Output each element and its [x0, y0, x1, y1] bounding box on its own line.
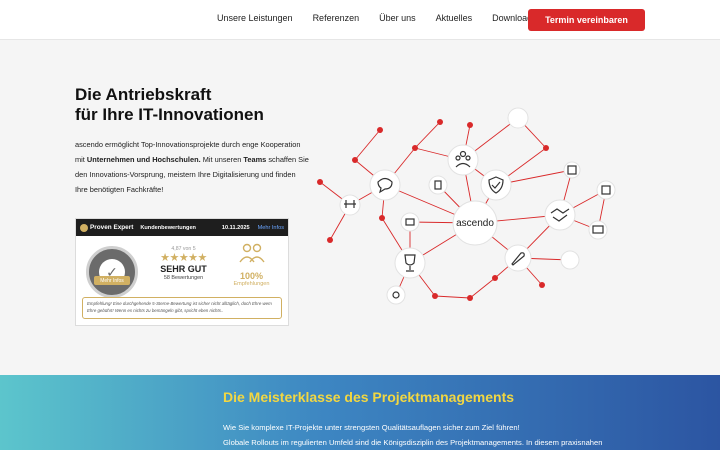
nav-ueber-uns[interactable]: Über uns [379, 13, 416, 23]
nav-referenzen[interactable]: Referenzen [313, 13, 360, 23]
proven-expert-header: Proven Expert Kundenbewertungen 10.11.20… [76, 219, 288, 236]
hero-title: Die Antriebskraft für Ihre IT-Innovation… [75, 85, 335, 125]
band-text: Wie Sie komplexe IT-Projekte unter stren… [223, 420, 693, 450]
proven-expert-logo: Proven Expert [80, 223, 134, 232]
site-header: Unsere Leistungen Referenzen Über uns Ak… [0, 0, 720, 40]
proven-expert-recommend: 100% Empfehlungen [224, 242, 279, 287]
proven-expert-seal[interactable]: ✓ [86, 246, 138, 298]
review-count: 58 Bewertungen [163, 275, 204, 281]
proven-expert-note: Empfehlung! Eine durchgehende 5-Sterne-B… [82, 297, 282, 319]
network-center-label: ascendo [456, 218, 494, 229]
nav-aktuelles[interactable]: Aktuelles [436, 13, 473, 23]
nav-leistungen[interactable]: Unsere Leistungen [217, 13, 293, 23]
proven-expert-logo-text: Proven Expert [90, 224, 134, 231]
proven-expert-seal-label[interactable]: Mehr Infos [94, 276, 130, 285]
hero-text-part2: Mit unseren [200, 155, 244, 164]
project-management-band: Die Meisterklasse des Projektmanagements… [0, 375, 720, 450]
verdict: SEHR GUT [160, 264, 207, 274]
band-title: Die Meisterklasse des Projektmanagements [223, 389, 515, 405]
recommend-label: Empfehlungen [233, 281, 270, 287]
hero-title-line2: für Ihre IT-Innovationen [75, 105, 264, 124]
stars-icon: ★★★★★ [160, 252, 207, 264]
proven-expert-widget[interactable]: Proven Expert Kundenbewertungen 10.11.20… [75, 218, 289, 326]
network-nodes [339, 107, 616, 305]
proven-expert-logo-icon [80, 223, 88, 232]
hero-text: ascendo ermöglicht Top-Innovationsprojek… [75, 137, 310, 197]
hero-text-bold1: Unternehmen und Hochschulen. [86, 155, 201, 164]
proven-expert-more-link[interactable]: Mehr Infos [258, 225, 284, 231]
hero-title-line1: Die Antriebskraft [75, 85, 212, 104]
termin-button[interactable]: Termin vereinbaren [528, 9, 645, 31]
hero-text-bold2: Teams [243, 155, 267, 164]
band-line1: Wie Sie komplexe IT-Projekte unter stren… [223, 423, 520, 432]
proven-expert-heading: Kundenbewertungen [140, 224, 196, 231]
proven-expert-date: 10.11.2025 [221, 224, 250, 231]
band-line2: Globale Rollouts im regulierten Umfeld s… [223, 438, 603, 447]
network-graphic: ascendo [317, 107, 616, 305]
proven-expert-score: 4,87 von 5 ★★★★★ SEHR GUT 58 Bewertungen [156, 246, 211, 281]
main-nav: Unsere Leistungen Referenzen Über uns Ak… [217, 13, 557, 23]
people-icon [238, 243, 265, 263]
recommend-pct: 100% [239, 271, 264, 281]
